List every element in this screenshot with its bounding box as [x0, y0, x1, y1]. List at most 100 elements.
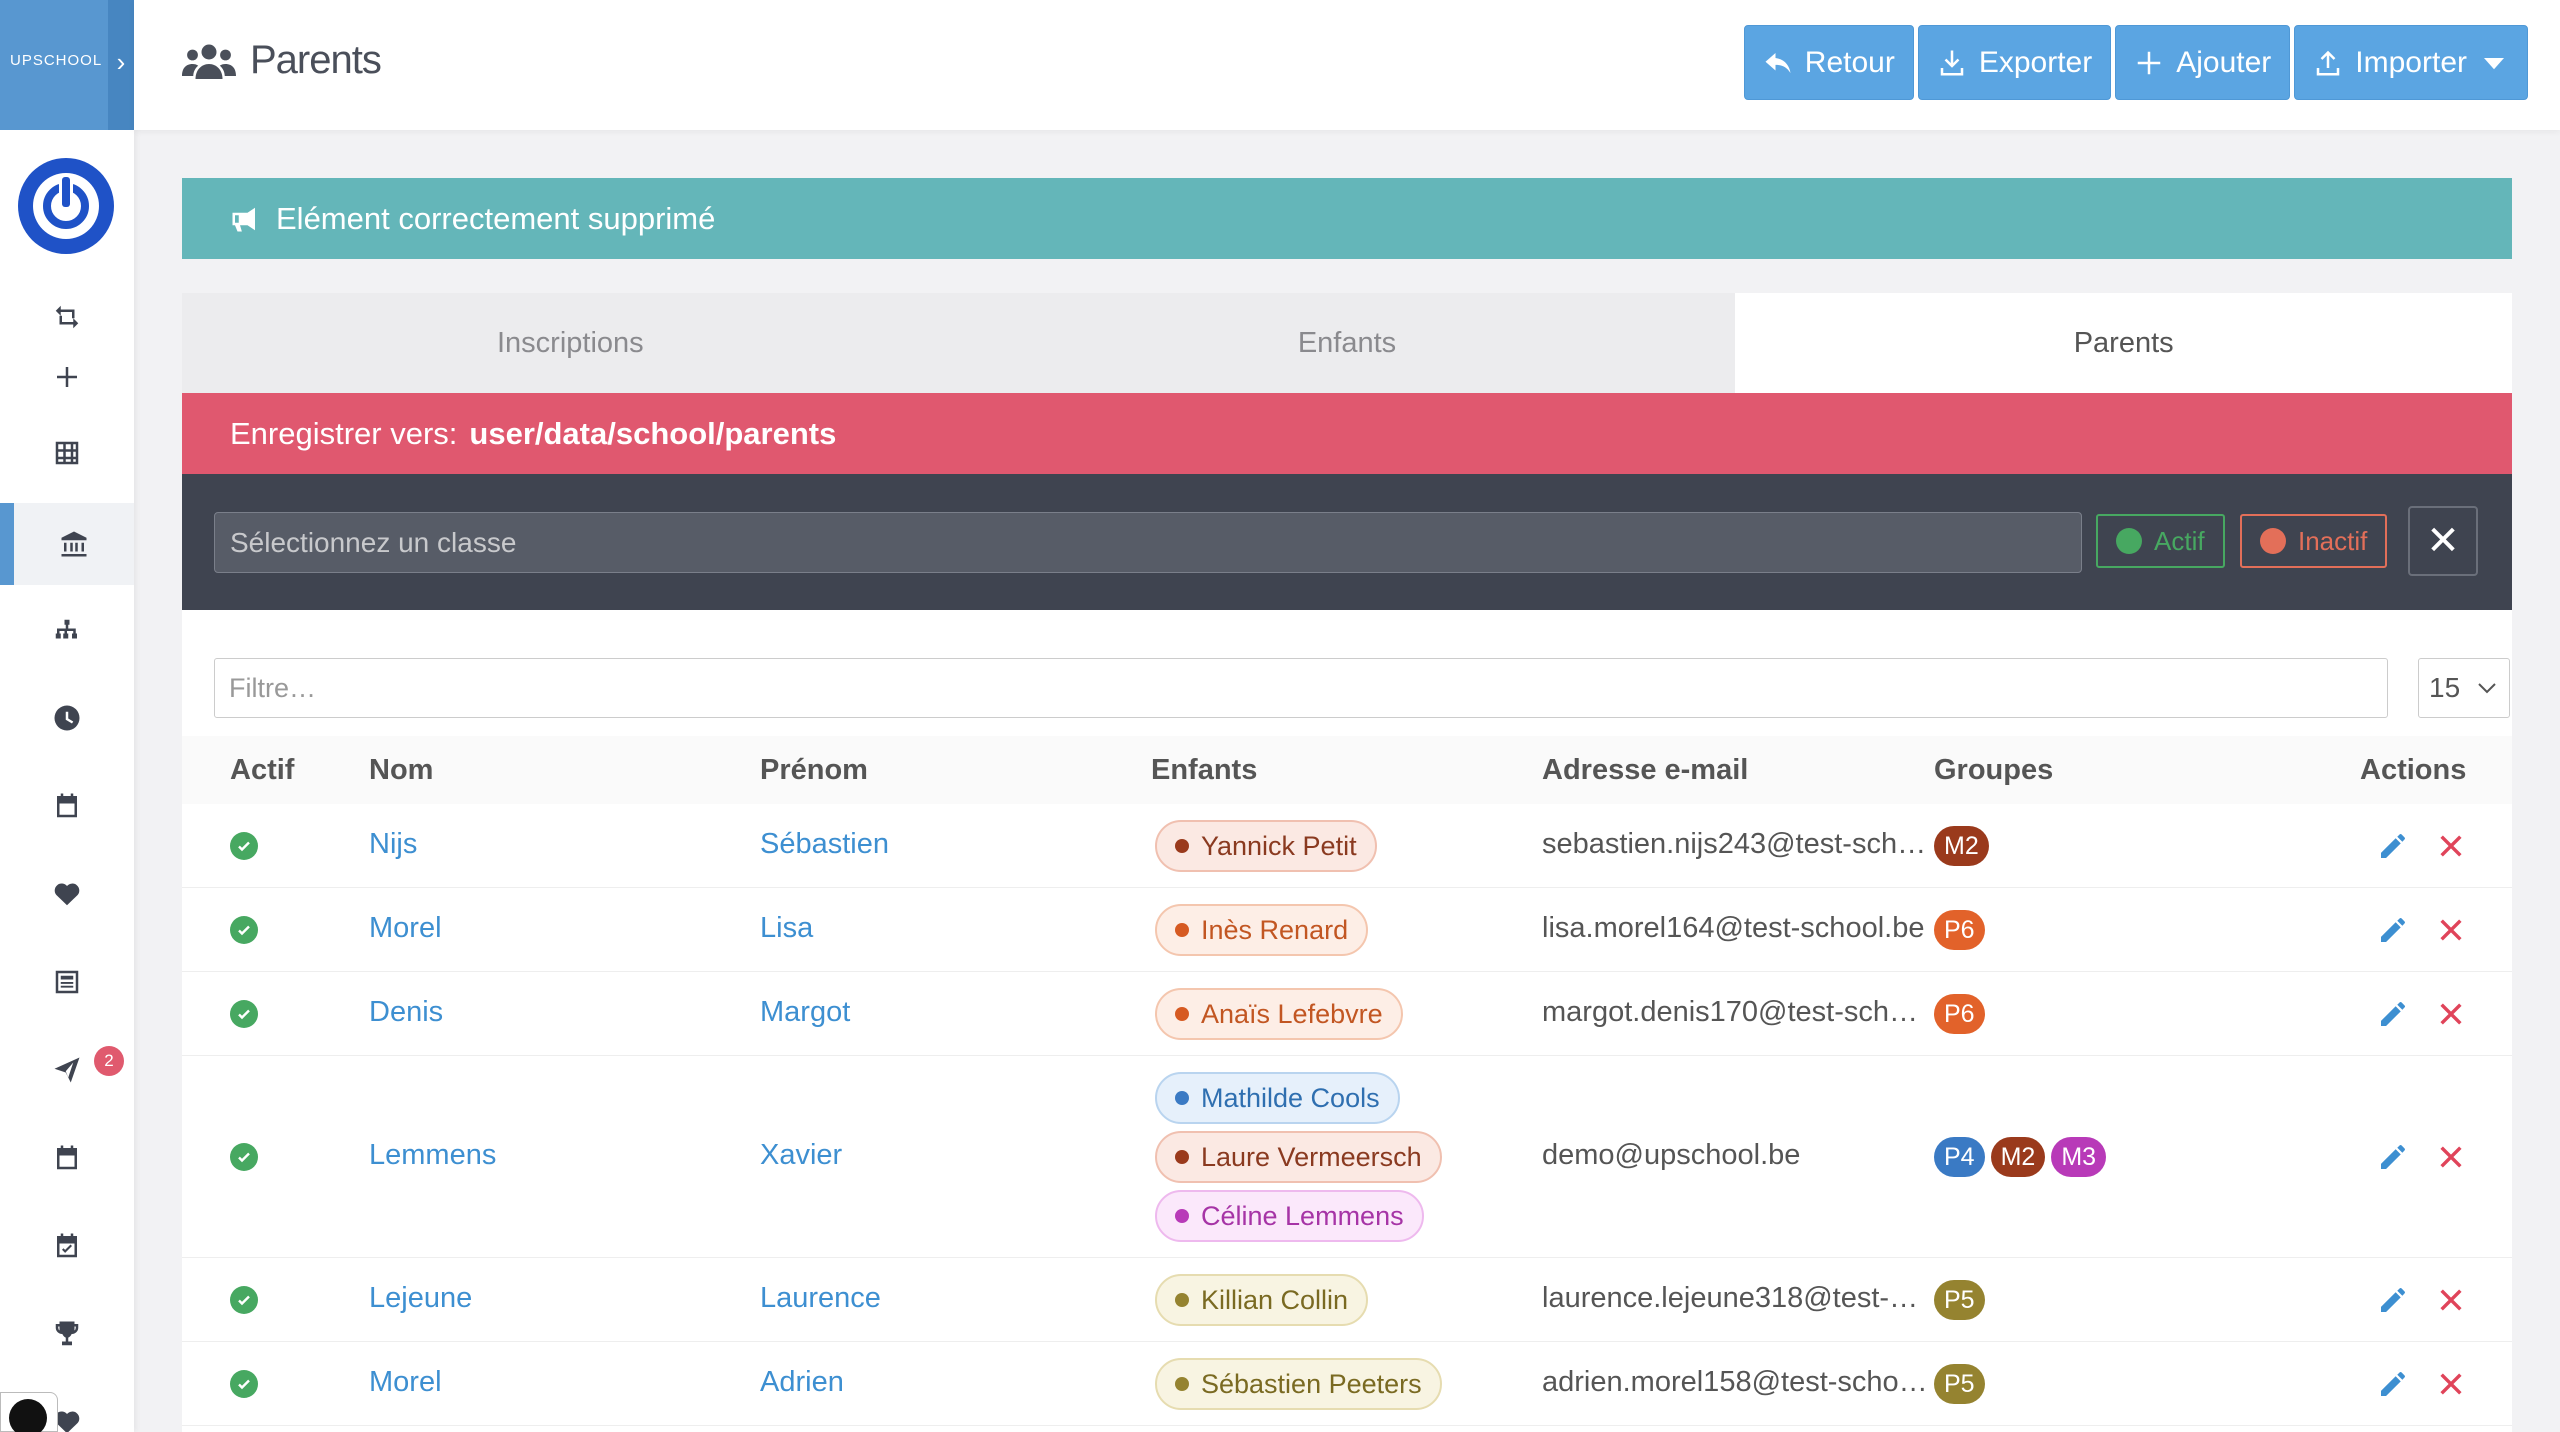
- sidebar-switch-icon[interactable]: [0, 287, 134, 347]
- active-filter-button[interactable]: Actif: [2096, 514, 2225, 568]
- child-badge[interactable]: Laure Vermeersch: [1155, 1131, 1442, 1183]
- tab-parents[interactable]: Parents: [1735, 293, 2513, 393]
- child-dot-icon: [1175, 1091, 1189, 1105]
- sidebar-trophy-icon[interactable]: [0, 1304, 134, 1364]
- col-nom[interactable]: Nom: [369, 754, 433, 787]
- edit-pencil-icon[interactable]: [2377, 1141, 2409, 1181]
- parent-last-name-link[interactable]: Lejeune: [369, 1282, 472, 1315]
- edit-pencil-icon[interactable]: [2377, 914, 2409, 954]
- delete-close-icon[interactable]: [2435, 1368, 2467, 1408]
- sidebar-toggle-chevron-icon[interactable]: ›: [108, 0, 134, 130]
- table-row: Denis Margot Anaïs Lefebvre margot.denis…: [182, 972, 2512, 1056]
- inactive-dot-icon: [2260, 528, 2286, 554]
- accessibility-icon[interactable]: [0, 1392, 58, 1432]
- delete-close-icon[interactable]: [2435, 914, 2467, 954]
- table-row: Morel Lisa Inès Renard lisa.morel164@tes…: [182, 888, 2512, 972]
- inactive-filter-button[interactable]: Inactif: [2240, 514, 2388, 568]
- group-badge: P5: [1934, 1280, 1985, 1320]
- parent-first-name-link[interactable]: Sébastien: [760, 828, 889, 861]
- save-label: Enregistrer vers:: [230, 415, 458, 451]
- sidebar-newspaper-icon[interactable]: [0, 952, 134, 1012]
- parent-last-name-link[interactable]: Nijs: [369, 828, 417, 861]
- edit-pencil-icon[interactable]: [2377, 998, 2409, 1038]
- table-filter-input[interactable]: Filtre…: [214, 658, 2388, 718]
- child-dot-icon: [1175, 1377, 1189, 1391]
- download-icon: [1940, 50, 1964, 75]
- success-alert: Elément correctement supprimé: [182, 178, 2512, 259]
- per-page-select[interactable]: 15: [2418, 658, 2510, 718]
- parent-first-name-link[interactable]: Xavier: [760, 1139, 842, 1172]
- child-badge[interactable]: Mathilde Cools: [1155, 1072, 1400, 1124]
- sidebar-school-icon[interactable]: [0, 503, 134, 585]
- sidebar: UPSCHOOL › 2: [0, 0, 134, 1432]
- sidebar-heart-icon[interactable]: [0, 864, 134, 924]
- import-button[interactable]: Importer: [2294, 25, 2528, 100]
- caret-down-icon: [2484, 57, 2504, 69]
- child-dot-icon: [1175, 1293, 1189, 1307]
- sidebar-calendar-check-icon[interactable]: [0, 1216, 134, 1276]
- brand-bar[interactable]: UPSCHOOL ›: [0, 0, 134, 130]
- active-check-icon: [230, 1000, 258, 1028]
- chevron-down-icon: [2478, 683, 2496, 694]
- parent-email: demo@upschool.be: [1542, 1139, 1801, 1171]
- brand-logo: UPSCHOOL: [10, 52, 103, 69]
- parent-first-name-link[interactable]: Laurence: [760, 1282, 881, 1315]
- delete-close-icon[interactable]: [2435, 1284, 2467, 1324]
- add-button[interactable]: Ajouter: [2115, 25, 2291, 100]
- parents-table-panel: Filtre… 15 Actif Nom Prénom Enfants Adre…: [182, 610, 2512, 1432]
- parent-email: laurence.lejeune318@test-s…: [1542, 1282, 1932, 1314]
- parent-first-name-link[interactable]: Adrien: [760, 1366, 844, 1399]
- inactive-filter-label: Inactif: [2298, 525, 2368, 556]
- sidebar-add-icon[interactable]: [0, 347, 134, 407]
- col-email[interactable]: Adresse e-mail: [1542, 754, 1748, 787]
- child-name: Sébastien Peeters: [1201, 1368, 1422, 1399]
- col-prenom[interactable]: Prénom: [760, 754, 868, 787]
- edit-pencil-icon[interactable]: [2377, 1368, 2409, 1408]
- child-badge[interactable]: Yannick Petit: [1155, 820, 1377, 872]
- table-row: Lejeune Laurence Killian Collin laurence…: [182, 1258, 2512, 1342]
- clear-filter-close-icon[interactable]: ✕: [2408, 506, 2478, 576]
- child-badge[interactable]: Sébastien Peeters: [1155, 1358, 1442, 1410]
- group-badge: M3: [2051, 1137, 2107, 1177]
- sidebar-grid-icon[interactable]: [0, 423, 134, 483]
- child-badge[interactable]: Céline Lemmens: [1155, 1190, 1424, 1242]
- sidebar-paper-plane-icon[interactable]: 2: [0, 1040, 134, 1100]
- parent-last-name-link[interactable]: Lemmens: [369, 1139, 496, 1172]
- edit-pencil-icon[interactable]: [2377, 1284, 2409, 1324]
- sidebar-calendar-icon[interactable]: [0, 776, 134, 836]
- back-button[interactable]: Retour: [1743, 25, 1914, 100]
- child-badge[interactable]: Killian Collin: [1155, 1274, 1369, 1326]
- page-title: Parents: [182, 38, 382, 83]
- col-groupes[interactable]: Groupes: [1934, 754, 2053, 787]
- delete-close-icon[interactable]: [2435, 998, 2467, 1038]
- col-actif[interactable]: Actif: [230, 754, 294, 787]
- edit-pencil-icon[interactable]: [2377, 830, 2409, 870]
- group-badge: P6: [1934, 994, 1985, 1034]
- table-header: Actif Nom Prénom Enfants Adresse e-mail …: [182, 736, 2512, 804]
- power-logo-icon[interactable]: [18, 158, 114, 254]
- child-name: Céline Lemmens: [1201, 1200, 1404, 1231]
- child-badge[interactable]: Anaïs Lefebvre: [1155, 988, 1403, 1040]
- page-title-text: Parents: [250, 38, 382, 82]
- parent-first-name-link[interactable]: Margot: [760, 996, 850, 1029]
- group-badge: P4: [1934, 1137, 1985, 1177]
- sidebar-clock-icon[interactable]: [0, 688, 134, 748]
- child-badge[interactable]: Inès Renard: [1155, 904, 1369, 956]
- import-button-label: Importer: [2355, 45, 2467, 79]
- class-select[interactable]: Sélectionnez un classe: [214, 512, 2082, 573]
- parent-last-name-link[interactable]: Denis: [369, 996, 443, 1029]
- delete-close-icon[interactable]: [2435, 1141, 2467, 1181]
- tab-inscriptions[interactable]: Inscriptions: [182, 293, 959, 393]
- parent-last-name-link[interactable]: Morel: [369, 1366, 442, 1399]
- child-dot-icon: [1175, 1209, 1189, 1223]
- sidebar-calendar-2-icon[interactable]: [0, 1128, 134, 1188]
- parent-first-name-link[interactable]: Lisa: [760, 912, 813, 945]
- export-button[interactable]: Exporter: [1917, 25, 2112, 100]
- parent-email: lisa.morel164@test-school.be: [1542, 912, 1925, 944]
- col-enfants[interactable]: Enfants: [1151, 754, 1257, 787]
- parent-last-name-link[interactable]: Morel: [369, 912, 442, 945]
- tab-enfants[interactable]: Enfants: [959, 293, 1736, 393]
- sidebar-sitemap-icon[interactable]: [0, 601, 134, 661]
- delete-close-icon[interactable]: [2435, 830, 2467, 870]
- tabs: Inscriptions Enfants Parents: [182, 293, 2513, 393]
